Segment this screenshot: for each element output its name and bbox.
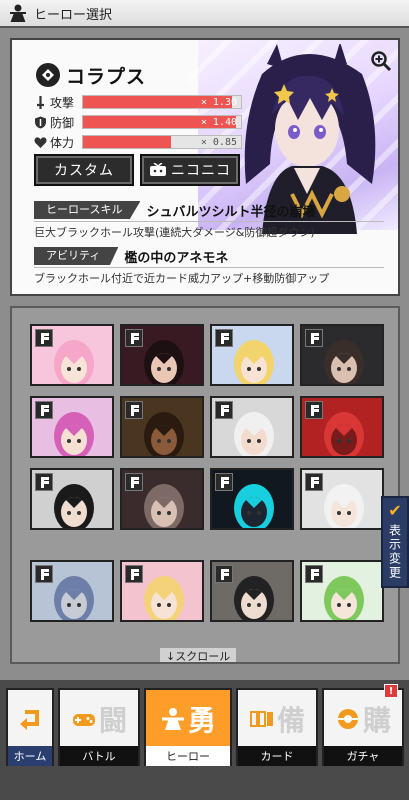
hero-card[interactable] bbox=[30, 396, 114, 458]
hero-skill-row: ヒーロースキル シュバルツシルト半径の崩壊 bbox=[34, 200, 315, 220]
hero-name: コラプス bbox=[66, 65, 147, 88]
zoom-in-icon[interactable] bbox=[370, 50, 392, 72]
hero-skill-desc: 巨大ブラックホール攻撃(連続大ダメージ&防御超ダウン) bbox=[34, 226, 315, 239]
hero-card[interactable] bbox=[30, 560, 114, 622]
hero-icon bbox=[161, 708, 184, 730]
display-change-button[interactable]: ✔ 表示変更 bbox=[381, 496, 409, 588]
f-rank-icon bbox=[215, 329, 233, 347]
hero-card-portrait bbox=[54, 576, 94, 620]
hero-card[interactable] bbox=[210, 324, 294, 386]
hero-card-portrait bbox=[54, 484, 94, 528]
hero-card[interactable] bbox=[120, 468, 204, 530]
f-rank-icon bbox=[125, 329, 143, 347]
f-rank-icon bbox=[35, 329, 53, 347]
hero-card[interactable] bbox=[120, 324, 204, 386]
ability-desc: ブラックホール付近で近カード威力アップ+移動防御アップ bbox=[34, 272, 330, 285]
nav-home[interactable]: ホーム bbox=[6, 688, 54, 766]
hero-card[interactable] bbox=[300, 560, 384, 622]
bottom-nav: ホーム 闘 バトル 勇 ヒーロー 備 カード 購 ! ガチャ bbox=[0, 680, 409, 800]
f-rank-icon bbox=[215, 401, 233, 419]
nav-gacha[interactable]: 購 ! ガチャ bbox=[322, 684, 404, 766]
niconico-button[interactable]: ニコニコ bbox=[140, 154, 240, 186]
hero-card[interactable] bbox=[300, 396, 384, 458]
hero-card-portrait bbox=[144, 340, 184, 384]
hero-stats: 攻撃 × 1.30 防御 × 1.40 体力 × 0.85 bbox=[34, 92, 254, 152]
hero-card-portrait bbox=[234, 340, 274, 384]
hp-bar: × 0.85 bbox=[82, 135, 242, 149]
f-rank-icon bbox=[125, 401, 143, 419]
top-bar: ヒーロー選択 bbox=[0, 0, 409, 28]
gamepad-icon bbox=[72, 714, 95, 726]
f-rank-icon bbox=[215, 473, 233, 491]
hero-card-portrait bbox=[54, 340, 94, 384]
f-rank-icon bbox=[35, 473, 53, 491]
f-rank-icon bbox=[305, 473, 323, 491]
f-rank-icon bbox=[215, 565, 233, 583]
hero-roster[interactable]: ↓スクロール bbox=[10, 306, 400, 664]
hero-card-portrait bbox=[324, 340, 364, 384]
hero-card-portrait bbox=[234, 412, 274, 456]
nav-battle[interactable]: 闘 バトル bbox=[58, 688, 140, 766]
defense-bar: × 1.40 bbox=[82, 115, 242, 129]
hero-card-portrait bbox=[234, 484, 274, 528]
shield-icon bbox=[35, 116, 46, 128]
hero-detail-panel: コラプス 攻撃 × 1.30 防御 × 1.40 体力 × 0.85 カスタム … bbox=[10, 38, 400, 296]
f-rank-icon bbox=[305, 565, 323, 583]
hero-element-icon bbox=[36, 63, 60, 87]
hero-card[interactable] bbox=[30, 468, 114, 530]
sword-icon bbox=[37, 95, 44, 109]
stat-attack: 攻撃 × 1.30 bbox=[34, 92, 254, 112]
hero-name-row: コラプス bbox=[36, 62, 146, 88]
hero-select-icon bbox=[10, 4, 26, 22]
hp-bar-fill bbox=[83, 136, 172, 148]
ability-name: 檻の中のアネモネ bbox=[124, 250, 229, 266]
hero-card-portrait bbox=[324, 576, 364, 620]
hp-multiplier: × 0.85 bbox=[200, 137, 237, 148]
f-rank-icon bbox=[305, 401, 323, 419]
stat-hp: 体力 × 0.85 bbox=[34, 132, 254, 152]
hero-card-portrait bbox=[144, 412, 184, 456]
hero-card[interactable] bbox=[210, 396, 294, 458]
f-rank-icon bbox=[125, 565, 143, 583]
f-rank-icon bbox=[35, 565, 53, 583]
hero-skill-name: シュバルツシルト半径の崩壊 bbox=[146, 204, 316, 220]
attack-multiplier: × 1.30 bbox=[200, 97, 237, 108]
notification-badge: ! bbox=[384, 684, 398, 698]
nav-card[interactable]: 備 カード bbox=[236, 688, 318, 766]
cards-icon bbox=[249, 711, 273, 727]
nav-hero[interactable]: 勇 ヒーロー bbox=[144, 688, 232, 766]
f-rank-icon bbox=[305, 329, 323, 347]
stat-defense: 防御 × 1.40 bbox=[34, 112, 254, 132]
hero-card-portrait bbox=[144, 484, 184, 528]
ability-row: アビリティ 檻の中のアネモネ bbox=[34, 246, 228, 266]
niconico-tv-icon bbox=[150, 163, 166, 176]
hero-card[interactable] bbox=[120, 396, 204, 458]
hero-card[interactable] bbox=[30, 324, 114, 386]
defense-multiplier: × 1.40 bbox=[200, 117, 237, 128]
hero-card-portrait bbox=[324, 412, 364, 456]
scroll-hint: ↓スクロール bbox=[160, 648, 237, 662]
hero-card[interactable] bbox=[120, 560, 204, 622]
hero-card-portrait bbox=[234, 576, 274, 620]
attack-bar: × 1.30 bbox=[82, 95, 242, 109]
check-icon: ✔ bbox=[388, 501, 402, 520]
hero-card[interactable] bbox=[300, 468, 384, 530]
hero-card[interactable] bbox=[300, 324, 384, 386]
hero-card[interactable] bbox=[210, 560, 294, 622]
hero-skill-tag: ヒーロースキル bbox=[34, 201, 141, 219]
f-rank-icon bbox=[125, 473, 143, 491]
hero-card[interactable] bbox=[210, 468, 294, 530]
heart-icon bbox=[34, 136, 47, 148]
hero-card-portrait bbox=[324, 484, 364, 528]
custom-button[interactable]: カスタム bbox=[34, 154, 134, 186]
f-rank-icon bbox=[35, 401, 53, 419]
page-title: ヒーロー選択 bbox=[34, 7, 113, 23]
return-arrow-icon bbox=[20, 710, 39, 730]
hero-card-portrait bbox=[54, 412, 94, 456]
gacha-capsule-icon bbox=[337, 709, 358, 729]
ability-tag: アビリティ bbox=[34, 247, 119, 265]
hero-card-portrait bbox=[144, 576, 184, 620]
